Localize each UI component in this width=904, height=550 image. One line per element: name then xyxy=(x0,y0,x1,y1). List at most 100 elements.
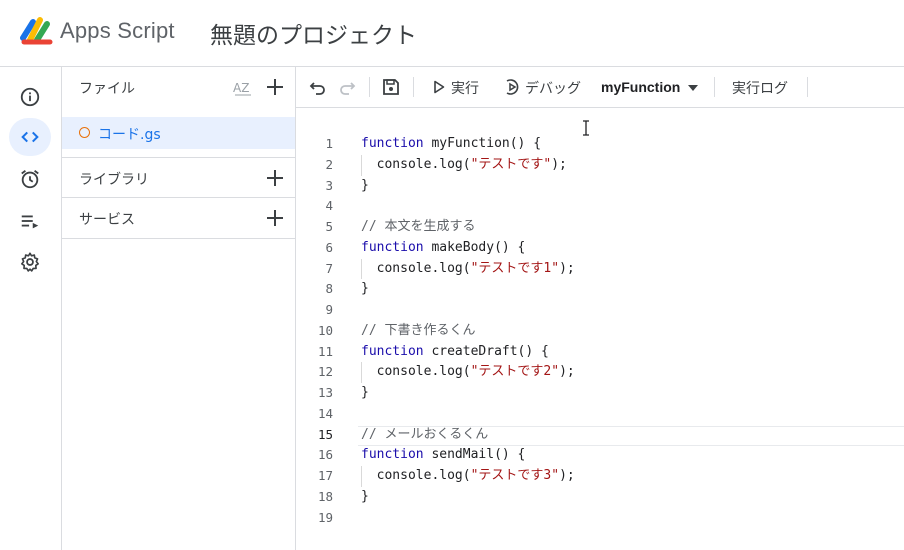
gear-icon xyxy=(21,252,39,272)
add-library-icon[interactable] xyxy=(265,168,285,188)
line-number: 1 xyxy=(325,136,333,151)
executions-button[interactable] xyxy=(9,202,51,240)
indent-guide xyxy=(361,258,362,280)
libraries-label: ライブラリ xyxy=(79,172,149,188)
line-number: 13 xyxy=(317,385,333,400)
svg-text:AZ: AZ xyxy=(233,81,249,95)
settings-button[interactable] xyxy=(9,243,51,281)
files-title: ファイル xyxy=(79,81,135,97)
code-editor[interactable]: 1 function myFunction() { 2 console.log("テ… xyxy=(296,108,904,550)
line-number: 18 xyxy=(317,488,333,504)
file-item-code-gs[interactable]: コード.gs xyxy=(62,117,295,149)
code-line[interactable]: 4 xyxy=(296,196,904,216)
code-line[interactable]: 19 xyxy=(296,508,904,528)
line-number: 7 xyxy=(325,260,333,276)
line-number: 6 xyxy=(325,239,333,255)
sort-az-icon[interactable]: AZ xyxy=(232,77,254,99)
save-icon[interactable] xyxy=(381,77,401,97)
line-number: 2 xyxy=(325,156,333,172)
indent-guide xyxy=(361,362,362,383)
app-name[interactable]: Apps Script xyxy=(60,18,175,44)
line-number: 5 xyxy=(325,219,333,234)
editor-toolbar: 実行 デバッグ myFunction 実行ログ xyxy=(296,67,904,108)
nav-rail xyxy=(0,67,62,550)
add-file-icon[interactable] xyxy=(265,77,285,97)
unsaved-dot-icon xyxy=(79,127,90,138)
debug-label: デバッグ xyxy=(525,81,581,97)
line-code: console.log("テストです3"); xyxy=(361,468,575,483)
line-number: 4 xyxy=(325,198,333,214)
line-code: function myFunction() { xyxy=(361,136,542,151)
run-button[interactable]: 実行 xyxy=(433,67,488,107)
line-code: function makeBody() { xyxy=(361,239,526,255)
line-code: console.log("テストです1"); xyxy=(361,260,575,276)
function-select[interactable]: myFunction xyxy=(601,79,680,95)
code-line[interactable]: 14 xyxy=(296,404,904,424)
code-line[interactable]: 11 function createDraft() { xyxy=(296,342,904,362)
overview-button[interactable] xyxy=(9,78,51,116)
code-line[interactable]: 17 console.log("テストです3"); xyxy=(296,466,904,486)
code-line[interactable]: 9 xyxy=(296,300,904,320)
code-line[interactable]: 13} xyxy=(296,383,904,403)
code-line[interactable]: 16 function sendMail() { xyxy=(296,445,904,465)
code-line[interactable]: 1 function myFunction() { xyxy=(296,134,904,154)
alarm-icon xyxy=(21,170,39,189)
code-line[interactable]: 12 console.log("テストです2"); xyxy=(296,362,904,382)
line-number: 11 xyxy=(317,343,333,359)
redo-icon[interactable] xyxy=(337,77,357,97)
apps-script-logo-icon[interactable] xyxy=(20,16,54,46)
executions-icon xyxy=(21,215,39,229)
line-code: function createDraft() { xyxy=(361,343,549,359)
line-number: 15 xyxy=(317,426,333,442)
execution-log-button[interactable]: 実行ログ xyxy=(732,78,788,98)
debug-icon xyxy=(506,79,519,95)
debug-button[interactable]: デバッグ xyxy=(503,67,588,107)
line-number: 14 xyxy=(317,405,333,421)
line-code: } xyxy=(361,177,369,193)
run-label: 実行 xyxy=(451,81,479,97)
code-line[interactable]: 6 function makeBody() { xyxy=(296,238,904,258)
line-number: 8 xyxy=(325,281,333,297)
top-bar: Apps Script 無題のプロジェクト xyxy=(0,0,904,67)
undo-icon[interactable] xyxy=(308,77,328,97)
line-number: 19 xyxy=(317,509,333,525)
line-code: console.log("テストです"); xyxy=(361,156,567,172)
services-label: サービス xyxy=(79,212,135,228)
info-icon xyxy=(20,87,40,107)
code-line[interactable]: 7 console.log("テストです1"); xyxy=(296,259,904,279)
project-title[interactable]: 無題のプロジェクト xyxy=(210,16,417,50)
indent-guide xyxy=(361,154,362,176)
line-number: 3 xyxy=(325,177,333,193)
line-number: 9 xyxy=(325,302,333,317)
code-icon xyxy=(21,131,39,143)
line-number: 16 xyxy=(317,447,333,463)
toolbar-divider xyxy=(807,77,808,97)
indent-guide xyxy=(361,466,362,487)
dropdown-arrow-icon[interactable] xyxy=(687,84,699,92)
editor-button[interactable] xyxy=(9,118,51,156)
play-icon xyxy=(434,80,445,94)
files-panel: ファイル AZ コード.gs ライブラリ サービス xyxy=(62,67,296,550)
line-code: } xyxy=(361,281,369,297)
code-line[interactable]: 18} xyxy=(296,487,904,507)
line-code: } xyxy=(361,385,369,400)
toolbar-divider xyxy=(413,77,414,97)
code-line[interactable]: 8} xyxy=(296,279,904,299)
line-code: } xyxy=(361,488,369,504)
triggers-button[interactable] xyxy=(9,160,51,198)
code-line[interactable]: 10 // 下書き作るくん xyxy=(296,321,904,341)
toolbar-divider xyxy=(714,77,715,97)
code-line[interactable]: 3} xyxy=(296,176,904,196)
code-line[interactable]: 5 // 本文を生成する xyxy=(296,217,904,237)
add-service-icon[interactable] xyxy=(265,208,285,228)
code-line[interactable]: 15 // メールおくるくん xyxy=(296,425,904,445)
line-code: console.log("テストです2"); xyxy=(361,364,575,380)
line-number: 10 xyxy=(317,322,333,338)
toolbar-divider xyxy=(369,77,370,97)
code-line[interactable]: 2 console.log("テストです"); xyxy=(296,155,904,175)
line-number: 17 xyxy=(317,468,333,483)
libraries-section: ライブラリ xyxy=(62,157,295,198)
line-code: function sendMail() { xyxy=(361,447,526,463)
line-code: // メールおくるくん xyxy=(361,426,489,442)
line-code: // 本文を生成する xyxy=(361,219,476,234)
